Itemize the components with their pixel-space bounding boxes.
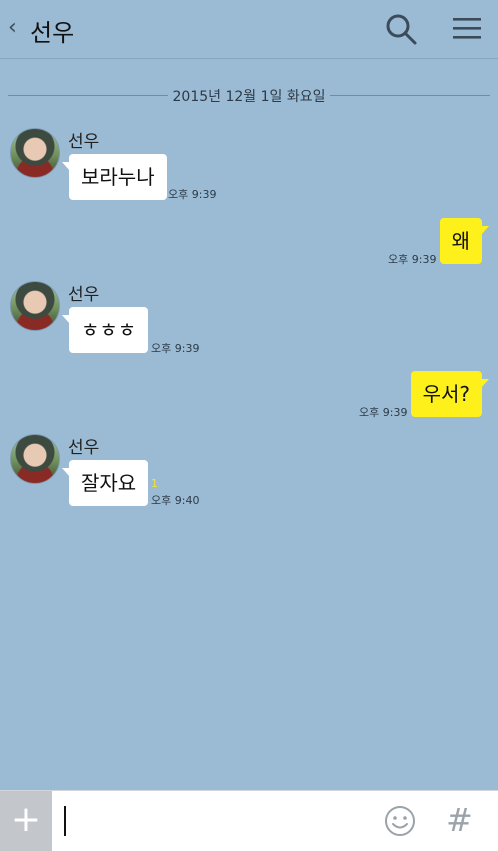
chat-header: ‹ 선우 [0, 0, 498, 59]
plus-button[interactable]: + [0, 791, 52, 851]
message-time: 오후 9:39 [359, 406, 408, 419]
message-time: 오후 9:39 [388, 253, 437, 266]
chat-title: 선우 [30, 19, 75, 47]
menu-icon[interactable] [450, 12, 484, 46]
message-time: 오후 9:39 [168, 188, 217, 201]
avatar[interactable] [10, 281, 60, 331]
sender-name: 선우 [68, 132, 100, 152]
back-icon[interactable]: ‹ [8, 15, 17, 40]
incoming-message[interactable]: ㅎㅎㅎ [61, 307, 149, 353]
incoming-message[interactable]: 잘자요 [61, 460, 149, 506]
message-time: 오후 9:39 [151, 342, 200, 355]
emoji-icon[interactable] [384, 805, 416, 837]
outgoing-message[interactable]: 우서? [410, 371, 490, 417]
date-separator-text: 2015년 12월 1일 화요일 [172, 89, 326, 105]
input-bar: + # [0, 790, 498, 851]
date-separator: 2015년 12월 1일 화요일 [8, 84, 490, 108]
outgoing-message[interactable]: 왜 [439, 218, 490, 264]
sender-name: 선우 [68, 438, 100, 458]
message-time: 오후 9:40 [151, 494, 200, 507]
avatar[interactable] [10, 434, 60, 484]
incoming-message[interactable]: 보라누나 [62, 154, 167, 200]
avatar[interactable] [10, 128, 60, 178]
hashtag-button[interactable]: # [446, 801, 473, 839]
message-input[interactable] [52, 791, 372, 851]
sender-name: 선우 [68, 285, 100, 305]
search-icon[interactable] [384, 12, 418, 46]
unread-count: 1 [151, 477, 158, 490]
text-cursor [64, 806, 66, 836]
